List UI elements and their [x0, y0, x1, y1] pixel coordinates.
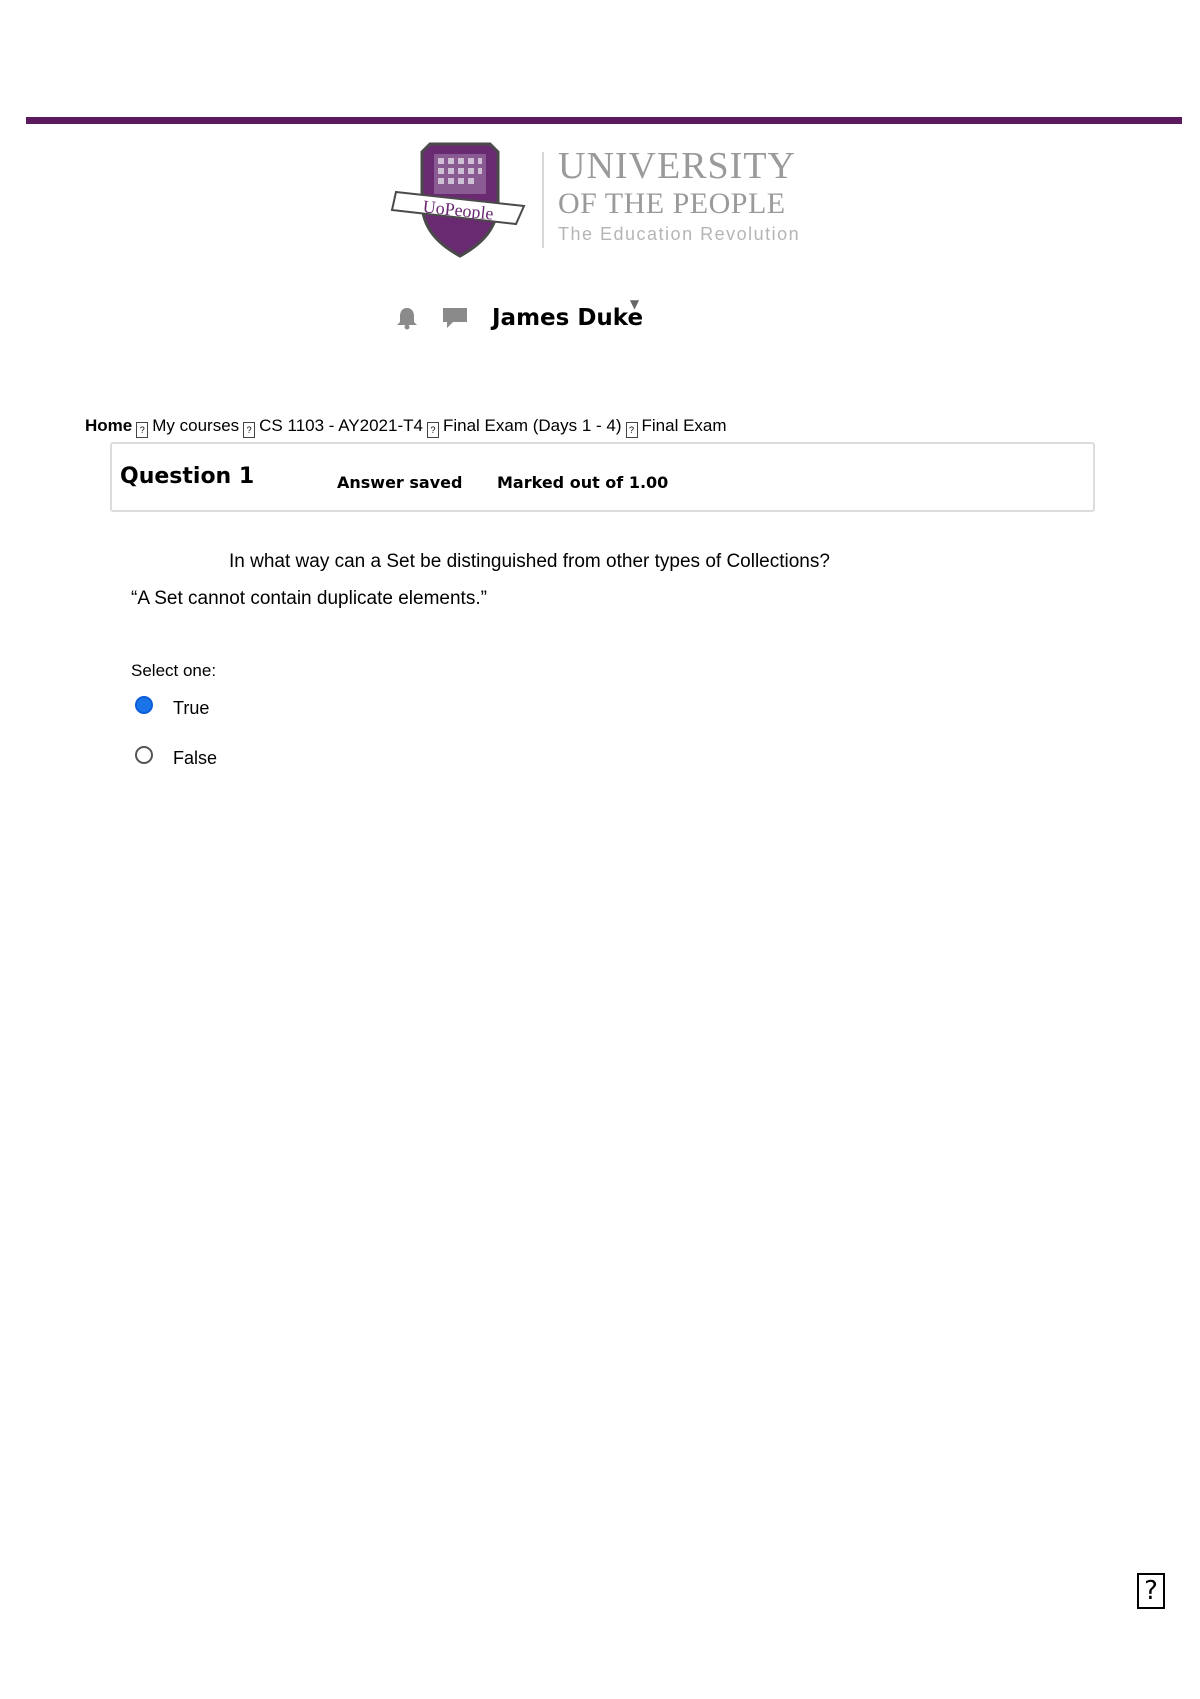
chevron-down-icon: ▼	[629, 297, 640, 311]
breadcrumb-separator-icon: ?	[243, 422, 256, 438]
user-bar: James Duke ▼	[392, 297, 644, 338]
notifications-button[interactable]	[392, 303, 422, 333]
breadcrumb-my-courses[interactable]: My courses	[152, 416, 239, 435]
breadcrumb-final-exam[interactable]: Final Exam	[642, 416, 727, 435]
logo-divider	[542, 152, 544, 248]
breadcrumb-separator-icon: ?	[426, 422, 439, 438]
breadcrumb: Home? My courses? CS 1103 - AY2021-T4? Fina…	[85, 416, 727, 438]
option-true[interactable]: True	[135, 695, 210, 719]
question-title: Question 1	[120, 464, 255, 489]
radio-button-checked[interactable]	[135, 695, 153, 714]
question-status: Answer saved	[337, 473, 463, 492]
question-text: In what way can a Set be distinguished f…	[229, 551, 830, 572]
breadcrumb-separator-icon: ?	[625, 422, 638, 438]
option-label: True	[173, 698, 210, 718]
breadcrumb-course[interactable]: CS 1103 - AY2021-T4	[259, 416, 423, 435]
logo-tagline: The Education Revolution	[558, 224, 801, 244]
help-icon[interactable]: ?	[1137, 1573, 1165, 1609]
messages-button[interactable]	[440, 303, 470, 333]
logo-line-of-the-people: OF THE PEOPLE	[558, 187, 786, 220]
bell-icon	[397, 308, 417, 330]
shield-logo-icon: UoPeople	[390, 142, 526, 258]
chat-bubble-icon	[443, 308, 467, 328]
university-logo[interactable]: UoPeople UNIVERSITY OF THE PEOPLE The Ed…	[390, 140, 820, 265]
breadcrumb-separator-icon: ?	[136, 422, 149, 438]
question-info-box: Question 1 Answer saved Marked out of 1.…	[110, 442, 1095, 512]
question-statement: “A Set cannot contain duplicate elements…	[131, 588, 487, 609]
breadcrumb-home[interactable]: Home	[85, 416, 132, 435]
logo-wordmark: UNIVERSITY OF THE PEOPLE The Education R…	[558, 146, 800, 245]
breadcrumb-final-exam-section[interactable]: Final Exam (Days 1 - 4)	[443, 416, 622, 435]
radio-button-unchecked[interactable]	[135, 745, 153, 764]
user-menu[interactable]: James Duke ▼	[492, 297, 644, 331]
option-label: False	[173, 748, 218, 768]
user-name: James Duke	[492, 305, 644, 331]
question-mark: Marked out of 1.00	[497, 473, 669, 492]
logo-line-university: UNIVERSITY	[558, 145, 796, 187]
top-accent-bar	[26, 117, 1182, 124]
option-false[interactable]: False	[135, 745, 218, 769]
select-one-label: Select one:	[131, 661, 217, 680]
